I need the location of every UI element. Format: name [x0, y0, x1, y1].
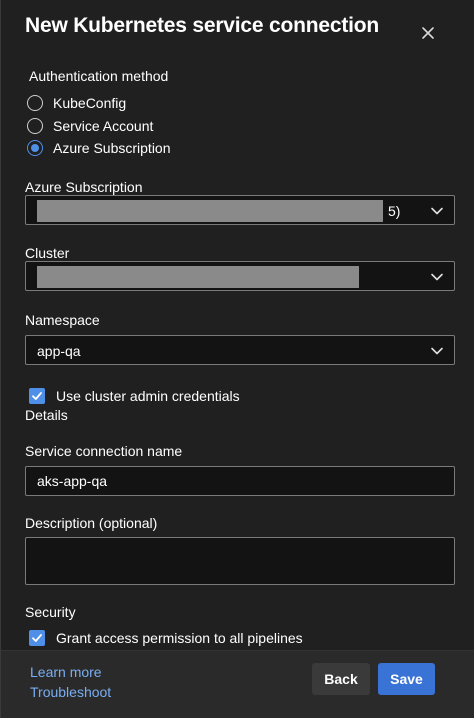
checkbox-label: Use cluster admin credentials: [56, 388, 240, 404]
radio-indicator[interactable]: [27, 140, 43, 156]
learn-more-link[interactable]: Learn more: [30, 664, 102, 680]
description-input[interactable]: [25, 537, 455, 585]
radio-label: Azure Subscription: [53, 140, 171, 156]
back-button[interactable]: Back: [312, 663, 370, 695]
subscription-value-suffix: 5): [388, 203, 401, 219]
namespace-value: app-qa: [37, 343, 81, 359]
subscription-label: Azure Subscription: [25, 179, 143, 195]
dialog-title: New Kubernetes service connection: [25, 14, 380, 37]
checkmark-icon: [32, 392, 42, 400]
description-label: Description (optional): [25, 515, 158, 531]
checkbox-label: Grant access permission to all pipelines: [56, 630, 303, 646]
security-heading: Security: [25, 604, 76, 620]
save-button[interactable]: Save: [378, 663, 435, 695]
radio-indicator[interactable]: [27, 118, 43, 134]
redacted-value: [37, 266, 359, 288]
checkbox-box[interactable]: [29, 388, 45, 404]
close-button[interactable]: [417, 22, 439, 44]
subscription-dropdown[interactable]: 5): [25, 195, 455, 225]
radio-kubeconfig[interactable]: KubeConfig: [27, 93, 126, 113]
auth-method-label: Authentication method: [29, 68, 169, 84]
cluster-label: Cluster: [25, 245, 70, 261]
radio-label: Service Account: [53, 118, 154, 134]
chevron-down-icon: [431, 207, 443, 215]
redacted-value: [37, 200, 383, 222]
dialog-footer: Learn more Troubleshoot Back Save: [1, 650, 474, 718]
chevron-down-icon: [431, 273, 443, 281]
radio-service-account[interactable]: Service Account: [27, 116, 153, 136]
radio-azure-subscription[interactable]: Azure Subscription: [27, 138, 171, 158]
radio-label: KubeConfig: [53, 95, 127, 111]
admin-credentials-checkbox[interactable]: Use cluster admin credentials: [29, 387, 240, 405]
grant-access-checkbox[interactable]: Grant access permission to all pipelines: [29, 629, 303, 647]
chevron-down-icon: [431, 347, 443, 355]
namespace-label: Namespace: [25, 312, 100, 328]
troubleshoot-link[interactable]: Troubleshoot: [30, 684, 111, 700]
checkmark-icon: [32, 634, 42, 642]
namespace-dropdown[interactable]: app-qa: [25, 335, 455, 365]
radio-indicator[interactable]: [27, 95, 43, 111]
connection-name-label: Service connection name: [25, 443, 183, 459]
cluster-dropdown[interactable]: [25, 261, 455, 291]
details-heading: Details: [25, 407, 68, 423]
checkbox-box[interactable]: [29, 630, 45, 646]
connection-name-input[interactable]: [25, 466, 455, 496]
service-connection-panel: New Kubernetes service connection Authen…: [0, 0, 474, 718]
close-icon[interactable]: [417, 22, 439, 44]
